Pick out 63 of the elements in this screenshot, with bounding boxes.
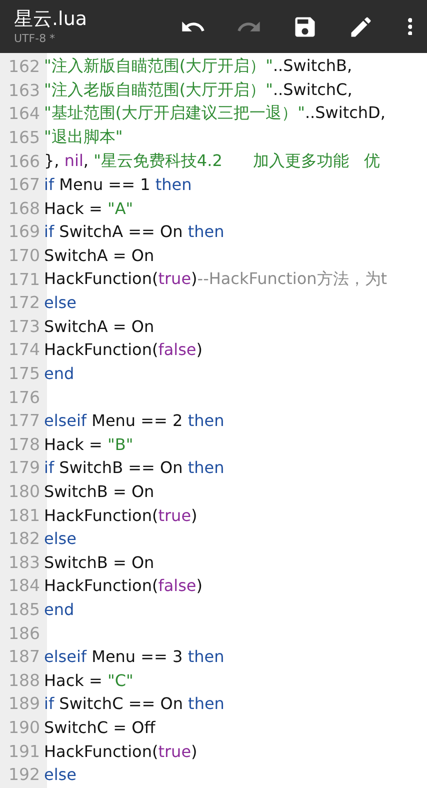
line-number: 182: [8, 529, 41, 548]
code-line: "注入老版自瞄范围(大厅开启）"..SwitchC,: [44, 80, 352, 101]
line-number: 185: [8, 600, 41, 619]
line-number: 164: [8, 104, 41, 124]
line-number: 171: [8, 270, 41, 289]
line-number: 180: [8, 482, 41, 501]
code-line: "退出脚本": [44, 127, 123, 148]
code-line: HackFunction(true): [44, 742, 198, 761]
code-line: elseif Menu == 2 then: [44, 411, 224, 430]
code-line: else: [44, 765, 76, 784]
line-number: 173: [8, 316, 41, 336]
line-number: 163: [8, 80, 41, 100]
line-number: 190: [8, 718, 41, 737]
code-line: HackFunction(true)--HackFunction方法，为t: [44, 268, 388, 290]
line-number: 162: [8, 57, 41, 76]
line-number: 166: [8, 152, 41, 171]
code-line: Hack = "A": [44, 198, 134, 218]
code-line: Hack = "C": [44, 670, 134, 690]
line-number: 168: [8, 198, 41, 218]
line-number: 192: [8, 765, 41, 784]
line-number: 175: [8, 364, 41, 384]
code-line: end: [44, 364, 74, 384]
line-number: 191: [8, 742, 41, 761]
code-line: SwitchA = On: [44, 246, 154, 266]
encoding-label: UTF-8 *: [14, 30, 56, 46]
more-icon: [408, 18, 412, 36]
code-line: "基址范围(大厅开启建议三把一退）"..SwitchD,: [44, 103, 386, 124]
code-line: "注入新版自瞄范围(大厅开启）"..SwitchB,: [44, 56, 352, 78]
code-line: SwitchA = On: [44, 316, 154, 336]
code-line: if Menu == 1 then: [44, 175, 192, 194]
code-line: HackFunction(false): [44, 340, 203, 360]
line-number: 188: [8, 670, 41, 690]
code-line: SwitchB = On: [44, 552, 154, 572]
line-number: 178: [8, 434, 41, 454]
code-line: HackFunction(false): [44, 576, 203, 596]
line-number: 179: [8, 458, 41, 478]
code-line: elseif Menu == 3 then: [44, 647, 224, 666]
line-number: 189: [8, 694, 41, 714]
code-line: SwitchC = Off: [44, 718, 156, 737]
line-number: 177: [8, 411, 41, 430]
code-line: else: [44, 293, 76, 312]
code-line: HackFunction(true): [44, 506, 198, 525]
line-number: 170: [8, 246, 41, 266]
line-number: 183: [8, 552, 41, 572]
code-line: if SwitchC == On then: [44, 694, 224, 714]
code-line: Hack = "B": [44, 434, 134, 454]
line-number: 187: [8, 647, 41, 666]
code-line: SwitchB = On: [44, 482, 154, 501]
file-title: 星云.lua: [14, 6, 88, 30]
line-number: 181: [8, 506, 41, 525]
line-number: 165: [8, 128, 41, 148]
code-line: end: [44, 600, 74, 619]
line-number: 174: [8, 340, 41, 360]
line-number: 169: [8, 222, 41, 242]
line-number: 176: [8, 388, 41, 407]
line-number: 172: [8, 293, 41, 312]
line-number: 167: [8, 175, 41, 194]
code-line: }, nil, "星云免费科技4.2 加入更多功能 优: [44, 150, 380, 172]
code-line: if SwitchB == On then: [44, 458, 224, 478]
line-number: 184: [8, 576, 41, 596]
code-line: if SwitchA == On then: [44, 222, 224, 242]
code-line: else: [44, 529, 76, 548]
line-number: 186: [8, 624, 41, 643]
